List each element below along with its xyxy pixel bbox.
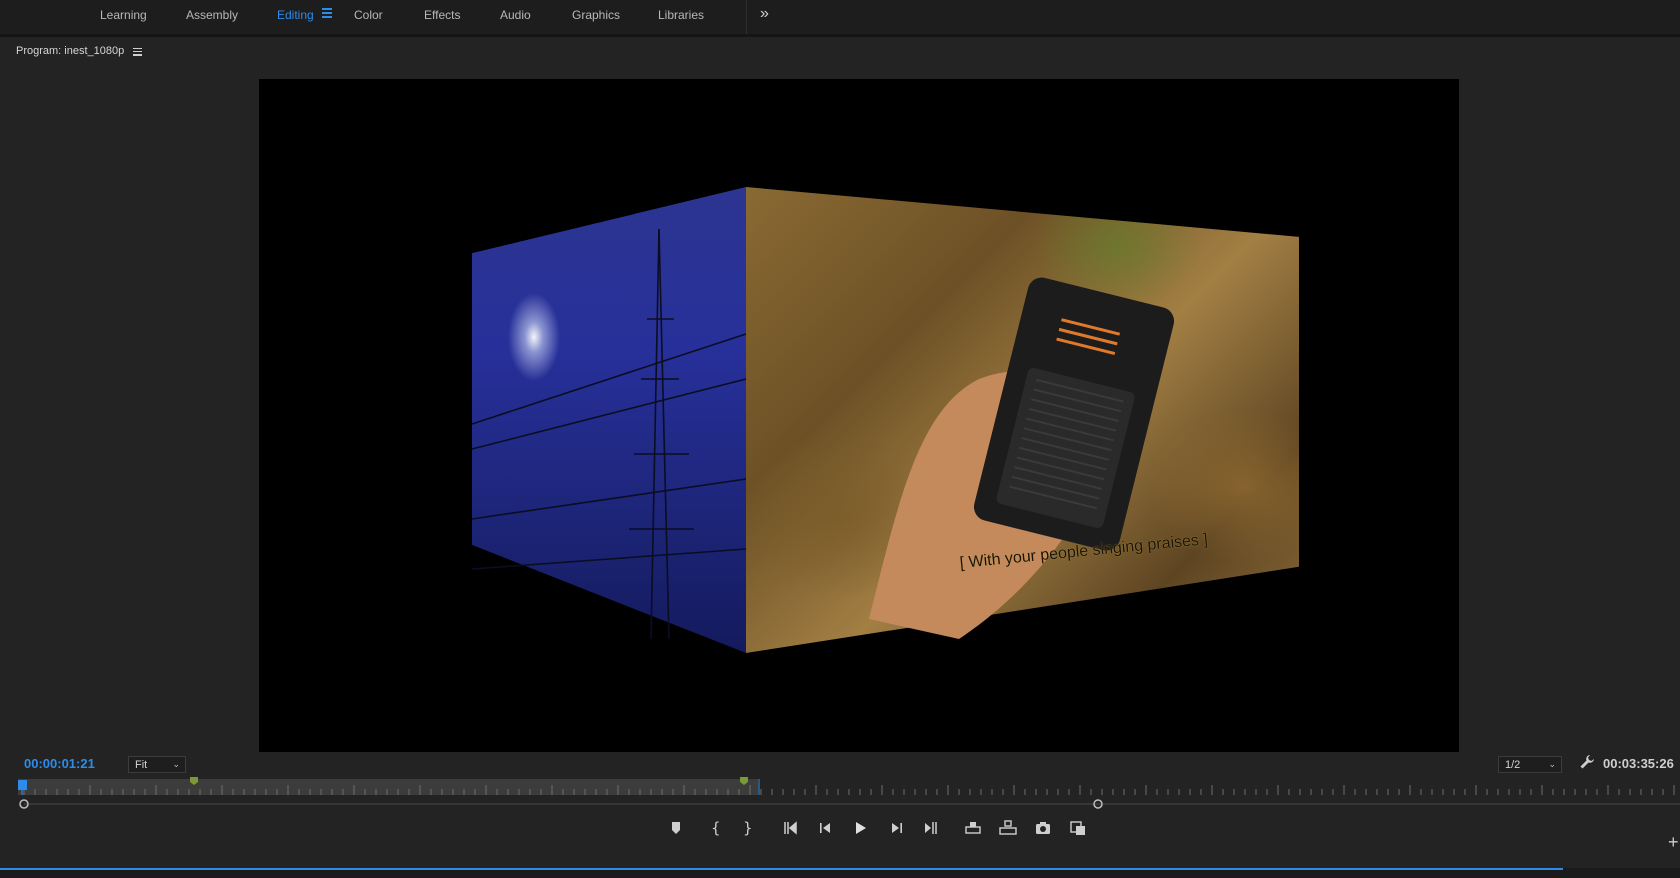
step-back-button[interactable] — [815, 817, 837, 839]
time-ruler[interactable] — [4, 773, 1680, 823]
marker-icon — [672, 822, 680, 834]
duration-timecode: 00:03:35:26 — [1603, 756, 1674, 771]
tab-color[interactable]: Color — [354, 0, 383, 30]
zoom-select[interactable]: Fit ⌄ — [128, 756, 186, 773]
editing-menu-icon[interactable] — [322, 8, 332, 20]
tab-assembly[interactable]: Assembly — [186, 0, 238, 30]
play-button[interactable] — [849, 817, 871, 839]
mark-in-button[interactable]: { — [703, 817, 725, 839]
go-to-out-icon — [925, 822, 937, 834]
in-out-range — [18, 779, 758, 795]
tab-libraries[interactable]: Libraries — [658, 0, 704, 30]
wrench-icon[interactable] — [1579, 754, 1595, 770]
play-icon — [856, 822, 866, 834]
tab-audio[interactable]: Audio — [500, 0, 531, 30]
svg-text:}: } — [743, 819, 753, 837]
chevron-down-icon: ⌄ — [1548, 759, 1556, 769]
pylon-graphic — [471, 228, 747, 640]
extract-button[interactable] — [997, 817, 1019, 839]
mark-out-icon: } — [743, 819, 753, 837]
tab-effects[interactable]: Effects — [424, 0, 460, 30]
go-to-out-button[interactable] — [919, 817, 941, 839]
tab-graphics[interactable]: Graphics — [572, 0, 620, 30]
export-frame-button[interactable] — [1032, 817, 1054, 839]
step-forward-icon — [892, 823, 902, 833]
resolution-select-value: 1/2 — [1505, 759, 1521, 771]
lift-button[interactable] — [962, 817, 984, 839]
tab-editing[interactable]: Editing — [277, 0, 314, 30]
transport-controls: { } — [4, 817, 1680, 847]
video-frame-details — [471, 228, 1175, 640]
current-timecode[interactable]: 00:00:01:21 — [24, 756, 95, 771]
program-monitor-panel: Program: inest_1080p [With your people … — [4, 37, 1680, 867]
step-back-icon — [820, 823, 830, 833]
chevron-down-icon: ⌄ — [172, 759, 180, 769]
bottom-right-strip — [1563, 868, 1680, 878]
add-button-icon[interactable]: + — [1668, 832, 1679, 853]
more-workspaces-icon[interactable]: » — [760, 5, 769, 23]
workspace-bar: Learning Assembly Editing Color Effects … — [0, 0, 1680, 37]
mark-out-button[interactable]: } — [735, 817, 757, 839]
extract-icon — [999, 820, 1017, 835]
bottom-panel-edge — [0, 868, 1680, 878]
zoom-select-value: Fit — [135, 759, 148, 771]
compare-view-button[interactable] — [1067, 817, 1089, 839]
go-to-in-button[interactable] — [780, 817, 802, 839]
program-viewer[interactable]: [ With your people singing praises ] — [259, 79, 1459, 752]
compare-view-icon — [1070, 821, 1085, 835]
svg-text:{: { — [711, 819, 721, 837]
add-marker-button[interactable] — [665, 817, 687, 839]
go-to-in-icon — [784, 821, 797, 835]
step-forward-button[interactable] — [885, 817, 907, 839]
panel-title: Program: inest_1080p — [16, 45, 125, 57]
workspace-divider — [746, 0, 747, 34]
mark-in-icon: { — [711, 819, 721, 837]
lift-icon — [965, 822, 981, 834]
panel-menu-icon[interactable] — [133, 48, 142, 58]
resolution-select[interactable]: 1/2 ⌄ — [1498, 756, 1562, 773]
camera-icon — [1036, 822, 1050, 834]
tab-learning[interactable]: Learning — [100, 0, 147, 30]
